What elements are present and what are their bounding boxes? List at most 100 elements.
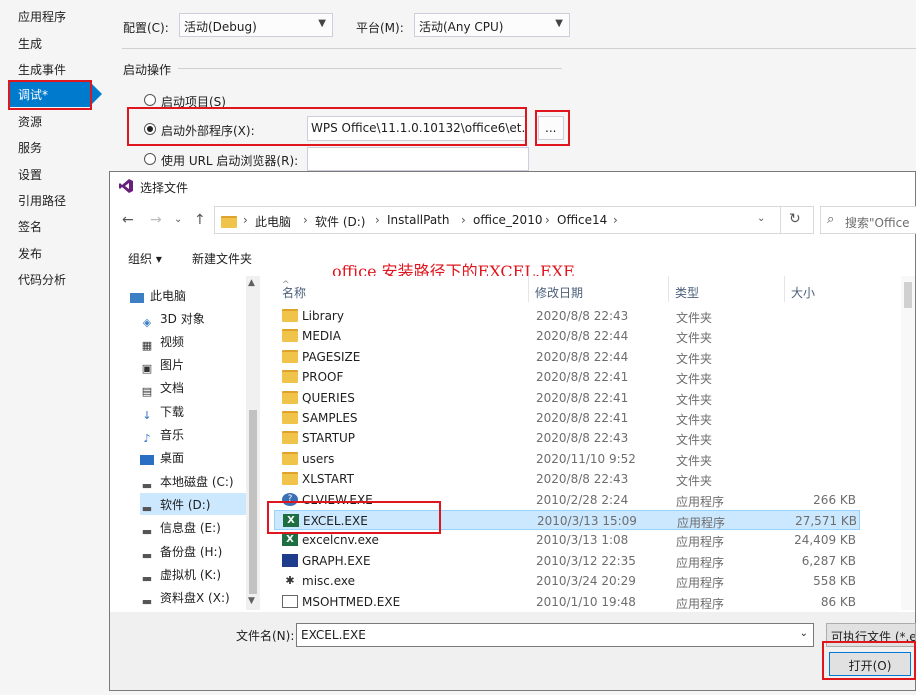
tree-item-drive-x[interactable]: ▬ 资料盘X (X:)	[140, 586, 246, 608]
file-size: 24,409 KB	[794, 533, 856, 548]
file-list: ^ 名称 修改日期 类型 大小 Library 2020/8/8 22:43 文件夹…	[270, 276, 915, 612]
folder-icon	[282, 349, 298, 363]
nav-item-code-analysis[interactable]: 代码分析	[18, 271, 66, 288]
tree-item-documents[interactable]: ▤ 文档	[140, 376, 246, 398]
new-folder-button[interactable]: 新建文件夹	[192, 250, 252, 267]
breadcrumb-office2010[interactable]: office_2010	[473, 213, 542, 227]
file-row[interactable]: MSOHTMED.EXE 2010/1/10 19:48 应用程序 86 KB	[274, 592, 860, 612]
breadcrumb-drive-d[interactable]: 软件 (D:)	[315, 213, 365, 230]
tree-item-3d-objects[interactable]: ◈ 3D 对象	[140, 307, 246, 329]
nav-item-reference-paths[interactable]: 引用路径	[18, 192, 66, 209]
breadcrumb-separator-icon: ›	[461, 213, 466, 227]
address-bar[interactable]: › 此电脑 › 软件 (D:) › InstallPath › office_2…	[214, 206, 814, 234]
pc-icon	[130, 293, 144, 303]
nav-item-signing[interactable]: 签名	[18, 218, 42, 235]
tree-item-downloads[interactable]: ↓ 下载	[140, 400, 246, 422]
file-row[interactable]: ✱ misc.exe 2010/3/24 20:29 应用程序 558 KB	[274, 571, 860, 591]
tree-item-music[interactable]: ♪ 音乐	[140, 423, 246, 445]
browse-button[interactable]: ...	[538, 116, 564, 140]
back-arrow-icon[interactable]: ←	[122, 212, 134, 228]
column-header-type[interactable]: 类型	[675, 284, 699, 301]
breadcrumb-office14[interactable]: Office14	[557, 213, 607, 227]
config-select[interactable]: 活动(Debug) ▼	[179, 13, 333, 37]
nav-scrollbar-thumb[interactable]	[249, 410, 257, 594]
desktop-icon	[140, 455, 154, 465]
nav-item-publish[interactable]: 发布	[18, 245, 42, 262]
tree-item-pictures[interactable]: ▣ 图片	[140, 353, 246, 375]
file-row[interactable]: PAGESIZE 2020/8/8 22:44 文件夹	[274, 347, 860, 367]
filetype-select[interactable]: 可执行文件 (*.ex	[826, 623, 916, 647]
file-row[interactable]: MEDIA 2020/8/8 22:44 文件夹	[274, 326, 860, 346]
organize-button[interactable]: 组织 ▾	[128, 250, 162, 267]
tree-item-videos[interactable]: ▦ 视频	[140, 330, 246, 352]
folder-icon	[282, 472, 298, 486]
tree-item-this-pc[interactable]: 此电脑	[130, 284, 236, 306]
file-row[interactable]: PROOF 2020/8/8 22:41 文件夹	[274, 367, 860, 387]
nav-item-resources[interactable]: 资源	[18, 113, 42, 130]
start-project-radio[interactable]	[144, 94, 156, 106]
recent-chevron-icon[interactable]: ⌄	[174, 214, 182, 225]
start-external-radio[interactable]	[144, 123, 156, 135]
platform-select[interactable]: 活动(Any CPU) ▼	[414, 13, 570, 37]
file-name: users	[302, 451, 335, 466]
file-type: 文件夹	[676, 392, 713, 407]
file-type: 应用程序	[677, 516, 726, 530]
file-row[interactable]: SAMPLES 2020/8/8 22:41 文件夹	[274, 408, 860, 428]
column-header-date[interactable]: 修改日期	[535, 284, 583, 301]
file-row[interactable]: X EXCEL.EXE 2010/3/13 15:09 应用程序 27,571 KB	[274, 510, 860, 530]
address-dropdown-icon[interactable]: ⌄	[757, 213, 765, 224]
nav-item-build[interactable]: 生成	[18, 35, 42, 52]
file-date: 2020/8/8 22:41	[536, 390, 629, 405]
file-date: 2020/8/8 22:43	[536, 309, 629, 323]
column-header-size[interactable]: 大小	[791, 284, 815, 301]
nav-item-services[interactable]: 服务	[18, 139, 42, 156]
drive-icon: ▬	[141, 549, 153, 562]
forward-arrow-icon[interactable]: →	[150, 212, 162, 228]
scroll-down-icon[interactable]: ▼	[248, 596, 255, 606]
start-project-label: 启动项目(S)	[161, 95, 226, 109]
tree-item-drive-d[interactable]: ▬ 软件 (D:)	[140, 493, 246, 515]
file-list-scrollbar-thumb[interactable]	[904, 282, 912, 308]
file-type: 应用程序	[676, 555, 725, 570]
tree-item-drive-c[interactable]: ▬ 本地磁盘 (C:)	[140, 470, 246, 492]
file-name: CLVIEW.EXE	[302, 492, 373, 507]
file-row[interactable]: GRAPH.EXE 2010/3/12 22:35 应用程序 6,287 KB	[274, 551, 860, 571]
column-header-name[interactable]: 名称	[282, 284, 306, 301]
nav-item-application[interactable]: 应用程序	[18, 8, 66, 25]
file-row[interactable]: users 2020/11/10 9:52 文件夹	[274, 449, 860, 469]
folder-icon	[282, 329, 298, 343]
open-button[interactable]: 打开(O)	[829, 652, 911, 676]
file-row[interactable]: QUERIES 2020/8/8 22:41 文件夹	[274, 388, 860, 408]
nav-item-debug[interactable]: 调试*	[10, 82, 90, 107]
application-icon: ?	[282, 492, 298, 506]
breadcrumb-this-pc[interactable]: 此电脑	[255, 213, 291, 230]
start-url-radio[interactable]	[144, 153, 156, 165]
file-date: 2020/8/8 22:44	[536, 329, 629, 344]
scroll-up-icon[interactable]: ▲	[248, 278, 255, 288]
file-list-scrollbar[interactable]	[901, 276, 915, 610]
filename-input[interactable]: EXCEL.EXE ⌄	[296, 623, 814, 647]
external-program-path-input[interactable]: WPS Office\11.1.0.10132\office6\et.exe	[307, 116, 527, 141]
up-arrow-icon[interactable]: ↑	[194, 212, 206, 228]
file-row[interactable]: Library 2020/8/8 22:43 文件夹	[274, 306, 860, 326]
tree-item-desktop[interactable]: 桌面	[140, 446, 246, 468]
breadcrumb-installpath[interactable]: InstallPath	[387, 213, 449, 227]
filename-value: EXCEL.EXE	[301, 628, 366, 642]
tree-item-drive-k[interactable]: ▬ 虚拟机 (K:)	[140, 563, 246, 585]
tree-item-drive-e[interactable]: ▬ 信息盘 (E:)	[140, 516, 246, 538]
file-size: 27,571 KB	[795, 514, 857, 528]
search-box[interactable]: ⌕ 搜索"Office	[820, 206, 916, 234]
nav-item-build-events[interactable]: 生成事件	[18, 61, 66, 78]
file-row[interactable]: ? CLVIEW.EXE 2010/2/28 2:24 应用程序 266 KB	[274, 490, 860, 510]
nav-scrollbar[interactable]: ▲ ▼	[246, 276, 260, 610]
url-input[interactable]	[307, 147, 529, 171]
file-row[interactable]: XLSTART 2020/8/8 22:43 文件夹	[274, 469, 860, 489]
tree-item-drive-h[interactable]: ▬ 备份盘 (H:)	[140, 540, 246, 562]
nav-item-settings[interactable]: 设置	[18, 166, 42, 183]
chevron-down-icon[interactable]: ⌄	[800, 628, 808, 639]
refresh-icon[interactable]: ↻	[789, 211, 801, 227]
divider	[178, 68, 562, 69]
file-row[interactable]: Xexcelcnv.exe 2010/3/13 1:08 应用程序 24,409 KB	[274, 530, 860, 550]
config-value: 活动(Debug)	[184, 20, 257, 34]
file-row[interactable]: STARTUP 2020/8/8 22:43 文件夹	[274, 428, 860, 448]
